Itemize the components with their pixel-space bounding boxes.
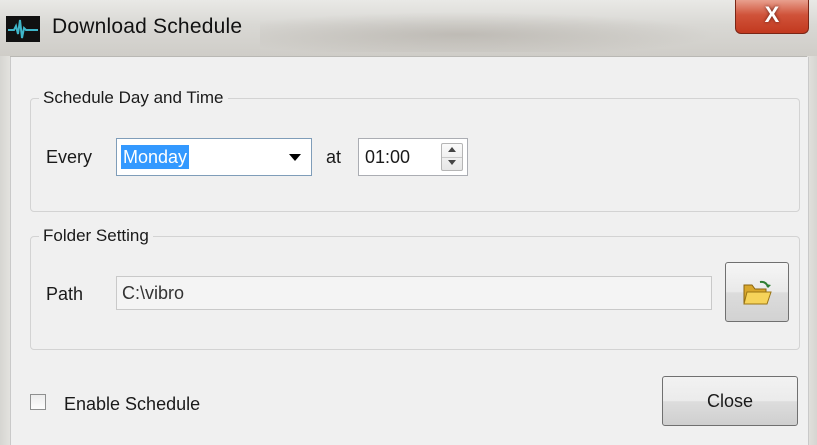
path-label: Path	[46, 284, 84, 304]
window-title: Download Schedule	[52, 15, 243, 38]
day-select[interactable]: Monday	[116, 138, 312, 176]
close-button[interactable]: Close	[662, 376, 798, 426]
enable-schedule-label[interactable]: Enable Schedule	[64, 394, 200, 415]
window-close-button[interactable]: X	[735, 0, 809, 34]
folder-group-legend: Folder Setting	[43, 226, 149, 245]
time-spinner-buttons	[441, 143, 463, 171]
spin-down-icon[interactable]	[442, 157, 462, 170]
path-field[interactable]: C:\vibro	[116, 276, 712, 310]
path-value: C:\vibro	[122, 283, 185, 303]
chevron-down-icon[interactable]	[289, 154, 301, 161]
day-select-value: Monday	[121, 145, 190, 169]
open-folder-icon	[743, 280, 772, 305]
enable-schedule-checkbox[interactable]	[30, 394, 46, 410]
browse-folder-button[interactable]	[725, 262, 789, 322]
download-schedule-window: Download Schedule X Schedule Day and Tim…	[0, 0, 817, 445]
time-value[interactable]: 01:00	[365, 147, 410, 168]
waveform-icon	[6, 16, 40, 42]
spin-up-icon[interactable]	[442, 144, 462, 158]
every-label: Every	[46, 147, 93, 167]
time-spinner[interactable]: 01:00	[358, 138, 468, 176]
schedule-group-legend: Schedule Day and Time	[43, 88, 224, 107]
at-label: at	[326, 147, 342, 167]
title-bar[interactable]: Download Schedule X	[0, 0, 817, 57]
